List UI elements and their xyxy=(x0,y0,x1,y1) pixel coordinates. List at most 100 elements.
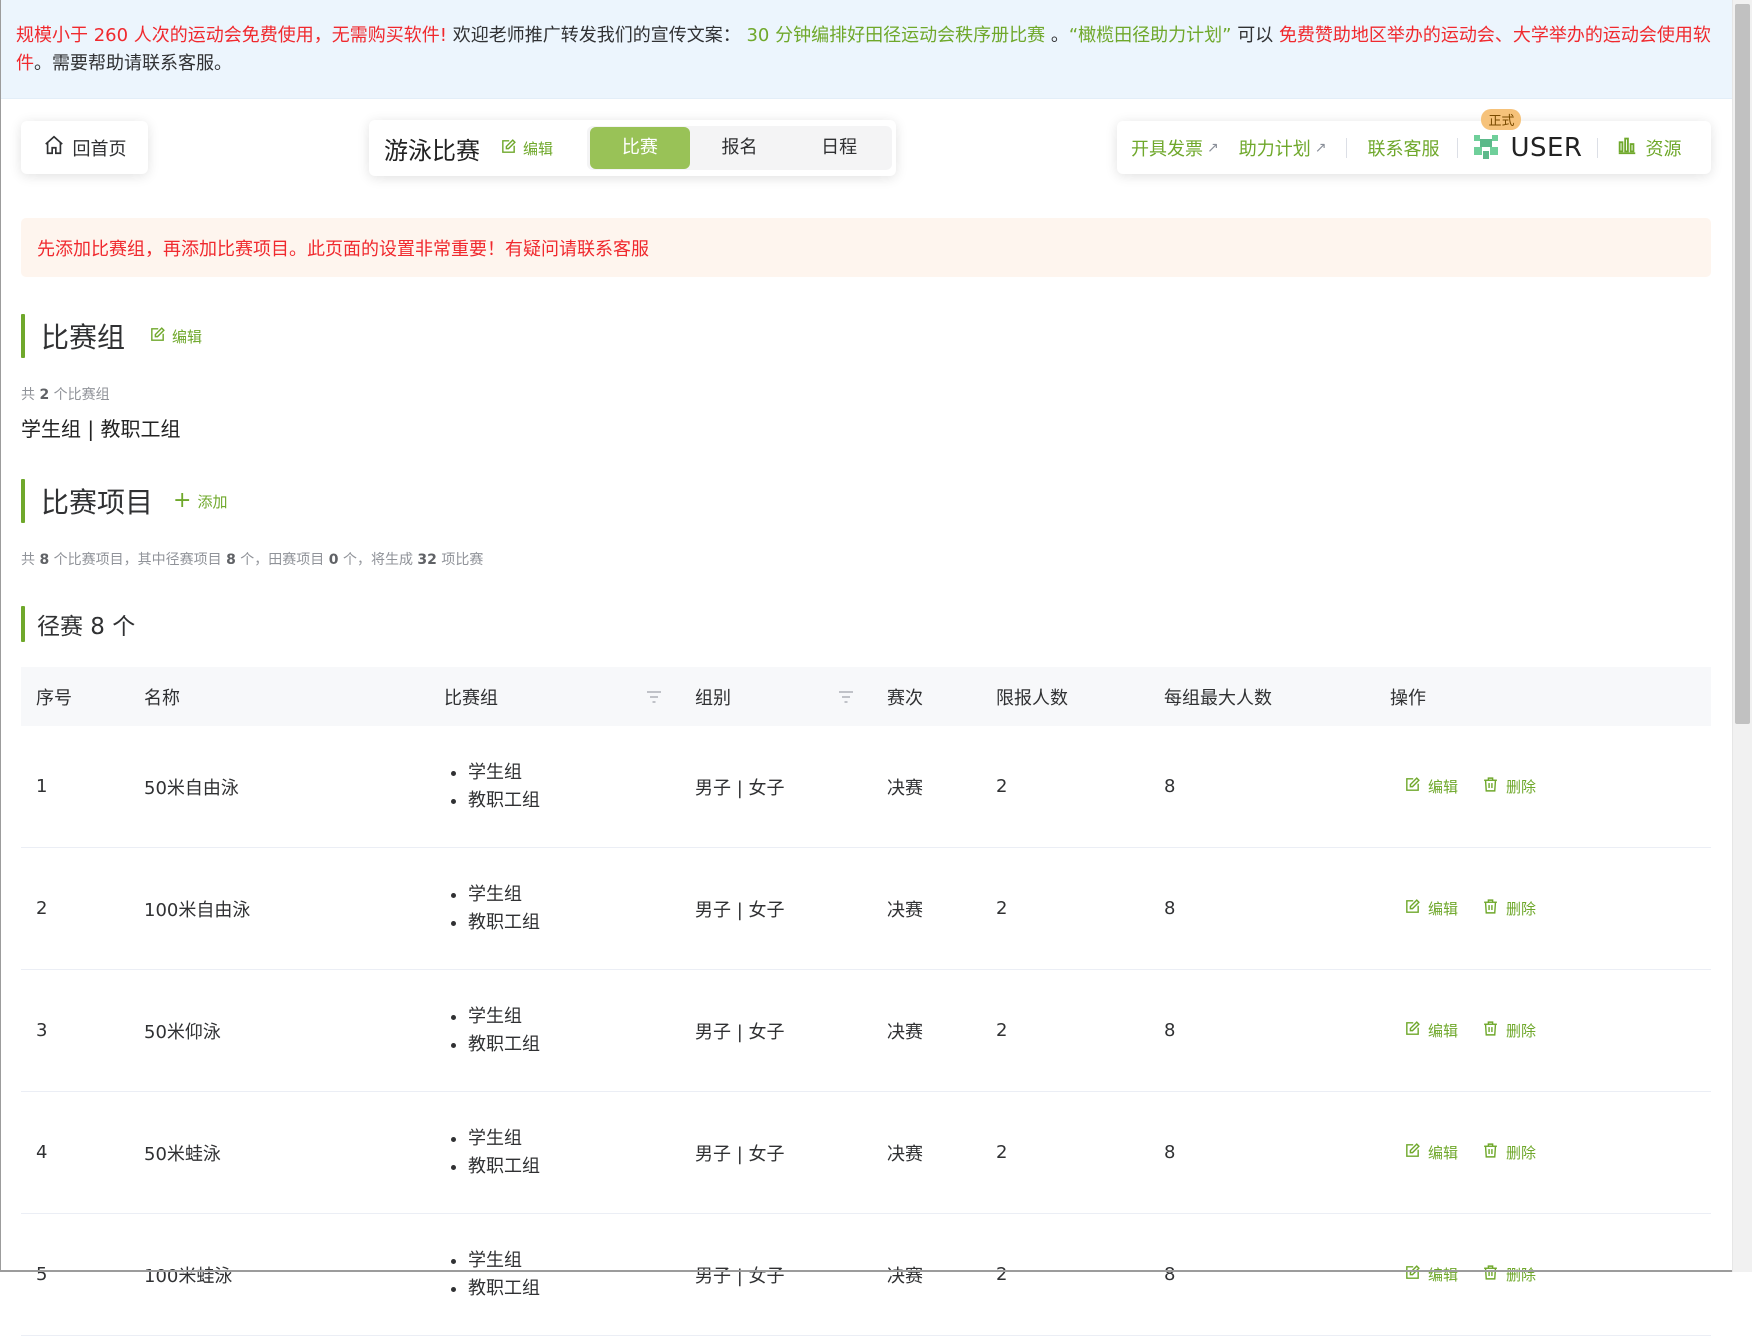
delete-event-button[interactable]: 删除 xyxy=(1482,1020,1536,1041)
cell-round: 决赛 xyxy=(872,726,981,848)
add-event-label: 添加 xyxy=(197,492,228,511)
edit-event-label: 编辑 xyxy=(1428,778,1459,796)
cell-limit: 2 xyxy=(981,847,1149,970)
edit-groups-button[interactable]: 编辑 xyxy=(149,326,202,347)
trash-icon xyxy=(1482,1142,1499,1163)
cell-groups: 学生组教职工组 xyxy=(429,969,680,1092)
summary-text: 个，田赛项目 xyxy=(235,552,329,568)
group-list-item: 教职工组 xyxy=(468,1153,680,1181)
cell-gender: 男子 | 女子 xyxy=(680,1091,872,1214)
edit-icon xyxy=(1404,1020,1421,1041)
edit-event-button[interactable]: 编辑 xyxy=(1404,776,1458,797)
edit-event-button[interactable]: 编辑 xyxy=(1404,898,1458,919)
tab-registration[interactable]: 报名 xyxy=(690,126,790,170)
banner-plan-link[interactable]: “橄榄田径助力计划” xyxy=(1069,25,1232,46)
delete-event-button[interactable]: 删除 xyxy=(1482,776,1536,797)
cell-gender: 男子 | 女子 xyxy=(680,847,872,970)
group-list: 学生组教职工组 xyxy=(444,759,680,815)
banner-free-text: 规模小于 260 人次的运动会免费使用，无需购买软件! xyxy=(16,25,448,46)
col-header-gender: 组别 xyxy=(680,667,872,726)
delete-event-button[interactable]: 删除 xyxy=(1482,898,1536,919)
delete-event-label: 删除 xyxy=(1506,1266,1537,1284)
table-header-row: 序号 名称 比赛组 组别 赛次 限报人数 每组最大人数 操作 xyxy=(21,667,1711,726)
tab-competition[interactable]: 比赛 xyxy=(590,127,690,169)
cell-actions: 编辑 删除 xyxy=(1375,847,1711,970)
cell-round: 决赛 xyxy=(872,1091,981,1214)
main-tabs: 比赛 报名 日程 xyxy=(587,126,892,170)
col-header-gender-label: 组别 xyxy=(695,687,731,709)
section-accent-bar xyxy=(21,479,25,523)
competition-header: 游泳比赛 编辑 比赛 报名 日程 xyxy=(369,120,896,176)
edit-icon xyxy=(1404,1264,1421,1285)
summary-number: 8 xyxy=(226,552,236,568)
cell-limit: 2 xyxy=(981,969,1149,1092)
home-button[interactable]: 回首页 xyxy=(21,121,148,174)
plus-icon: + xyxy=(173,488,192,513)
cell-name: 50米自由泳 xyxy=(129,726,429,848)
banner-promo-link[interactable]: 30 分钟编排好田径运动会秩序册比赛 xyxy=(741,25,1051,46)
cell-limit: 2 xyxy=(981,1213,1149,1336)
cell-gender: 男子 | 女子 xyxy=(680,1213,872,1336)
cell-limit: 2 xyxy=(981,726,1149,848)
delete-event-button[interactable]: 删除 xyxy=(1482,1264,1536,1285)
filter-icon[interactable] xyxy=(646,690,662,704)
competition-title: 游泳比赛 xyxy=(384,136,480,165)
edit-event-button[interactable]: 编辑 xyxy=(1404,1020,1458,1041)
edit-icon xyxy=(500,138,517,159)
col-header-no: 序号 xyxy=(36,687,72,709)
section-accent-bar xyxy=(21,606,25,642)
delete-event-button[interactable]: 删除 xyxy=(1482,1142,1536,1163)
add-event-button[interactable]: + 添加 xyxy=(173,490,227,512)
col-header-round: 赛次 xyxy=(887,687,923,709)
edit-icon xyxy=(1404,1142,1421,1163)
delete-event-label: 删除 xyxy=(1506,1022,1537,1040)
track-section-title: 径赛 8 个 xyxy=(37,614,136,640)
alert-text: 先添加比赛组，再添加比赛项目。此页面的设置非常重要！有疑问请联系客服 xyxy=(37,238,649,260)
edit-event-button[interactable]: 编辑 xyxy=(1404,1264,1458,1285)
avatar xyxy=(1470,129,1503,166)
cell-groups: 学生组教职工组 xyxy=(429,726,680,848)
banner-period: 。 xyxy=(1050,25,1069,46)
plan-link[interactable]: 助力计划 ↗ xyxy=(1239,135,1327,161)
edit-event-button[interactable]: 编辑 xyxy=(1404,1142,1458,1163)
group-list: 学生组教职工组 xyxy=(444,881,680,937)
home-icon xyxy=(43,134,65,161)
cell-round: 决赛 xyxy=(872,1213,981,1336)
edit-competition-button[interactable]: 编辑 xyxy=(500,138,553,159)
groups-count-suffix: 个比赛组 xyxy=(49,387,110,403)
plan-badge: 正式 xyxy=(1481,109,1522,130)
resources-label: 资源 xyxy=(1645,138,1682,160)
groups-list: 学生组 | 教职工组 xyxy=(21,417,181,441)
edit-icon xyxy=(1404,898,1421,919)
events-table: 序号 名称 比赛组 组别 赛次 限报人数 每组最大人数 操作 150米自由泳学生… xyxy=(21,667,1711,1336)
contact-link[interactable]: 联系客服 xyxy=(1367,135,1439,161)
groups-count-prefix: 共 xyxy=(21,387,40,403)
external-link-icon: ↗ xyxy=(1314,139,1327,156)
user-menu[interactable]: 正式 USER xyxy=(1470,109,1582,166)
filter-icon[interactable] xyxy=(838,690,854,704)
summary-text: 个比赛项目，其中径赛项目 xyxy=(49,552,227,568)
table-row: 350米仰泳学生组教职工组男子 | 女子决赛28编辑删除 xyxy=(21,969,1711,1092)
cell-max: 8 xyxy=(1149,847,1375,970)
tab-schedule[interactable]: 日程 xyxy=(789,126,889,170)
trash-icon xyxy=(1482,898,1499,919)
group-list-item: 教职工组 xyxy=(468,1031,680,1059)
group-list: 学生组教职工组 xyxy=(444,1125,680,1181)
resources-link[interactable]: 资源 xyxy=(1616,134,1682,161)
cell-no: 2 xyxy=(21,847,129,970)
events-section-header: 比赛项目 + 添加 xyxy=(21,479,227,523)
col-header-actions: 操作 xyxy=(1390,687,1426,709)
cell-groups: 学生组教职工组 xyxy=(429,847,680,970)
cell-max: 8 xyxy=(1149,969,1375,1092)
scrollbar-thumb[interactable] xyxy=(1735,4,1750,724)
promo-banner: 规模小于 260 人次的运动会免费使用，无需购买软件! 欢迎老师推广转发我们的宣… xyxy=(1,0,1732,99)
edit-groups-label: 编辑 xyxy=(172,327,203,346)
invoice-link[interactable]: 开具发票 ↗ xyxy=(1131,135,1219,161)
invoice-label: 开具发票 xyxy=(1131,138,1203,160)
col-header-group-label: 比赛组 xyxy=(444,687,498,709)
group-list-item: 教职工组 xyxy=(468,787,680,815)
table-row: 450米蛙泳学生组教职工组男子 | 女子决赛28编辑删除 xyxy=(21,1091,1711,1214)
vertical-scrollbar[interactable] xyxy=(1732,0,1752,1272)
groups-section-title: 比赛组 xyxy=(41,321,126,354)
table-row: 5100米蛙泳学生组教职工组男子 | 女子决赛28 编辑 删除 xyxy=(21,1213,1711,1336)
